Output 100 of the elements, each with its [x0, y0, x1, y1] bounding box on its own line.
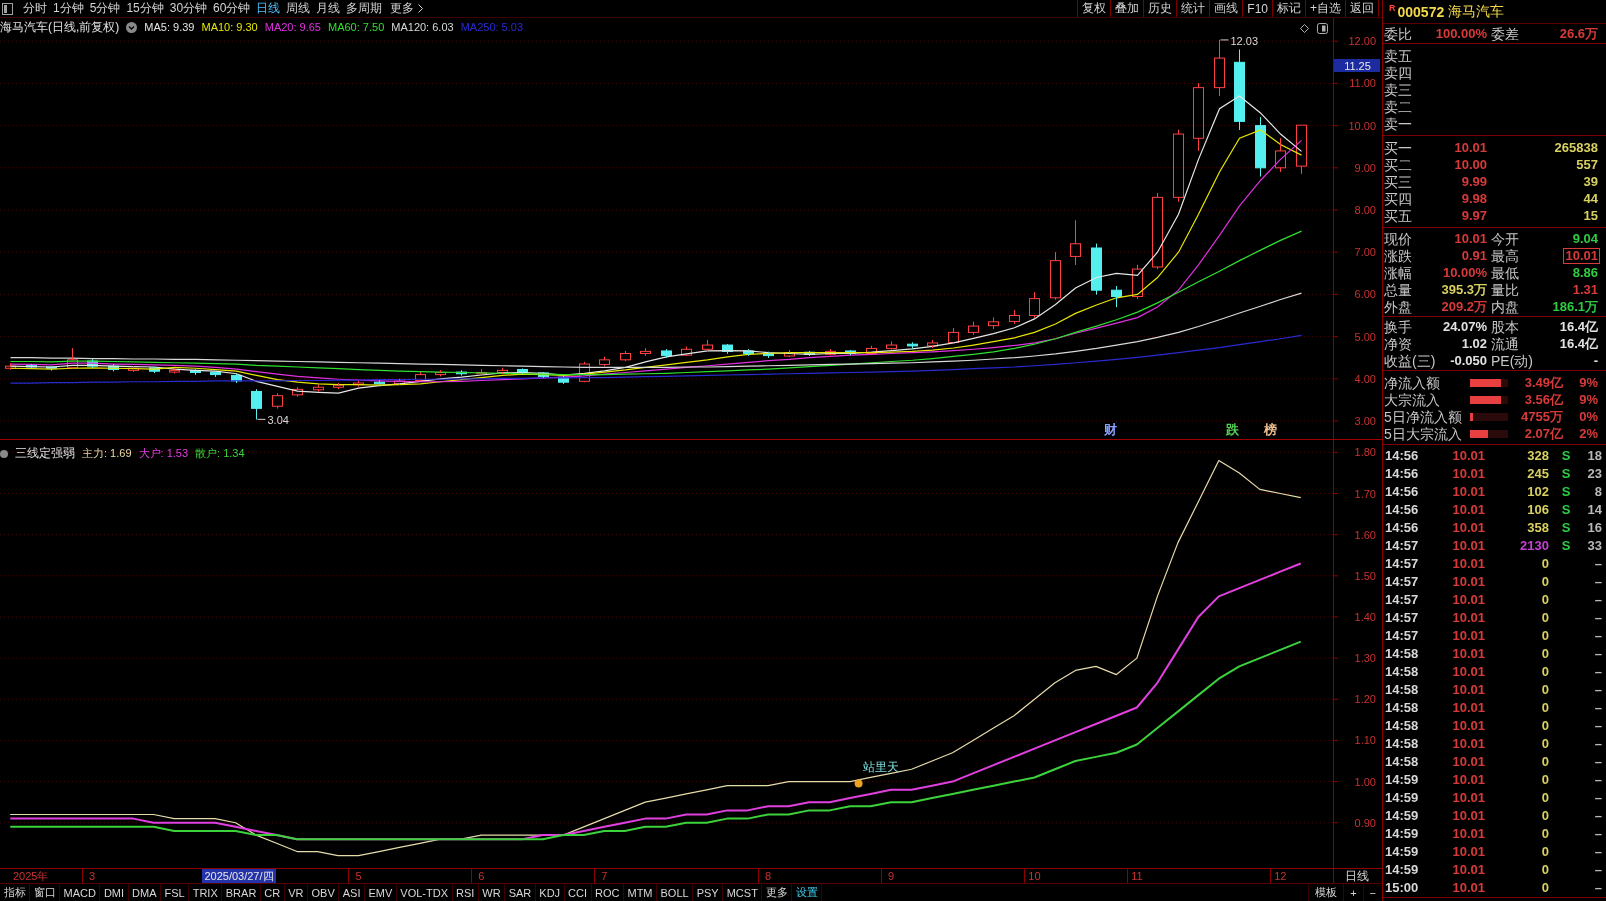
tick-price: 10.01 — [1451, 610, 1486, 626]
tick-time: 14:58 — [1384, 736, 1420, 752]
tick-volume: 0 — [1540, 592, 1550, 608]
tick-volume: 328 — [1526, 448, 1550, 464]
bid-volume: 557 — [1575, 156, 1599, 173]
tick-time: 14:59 — [1384, 808, 1420, 824]
tick-volume: 0 — [1540, 610, 1550, 626]
tick-volume: 0 — [1540, 808, 1550, 824]
legend-item: MA120: 6.03 — [391, 20, 454, 35]
tick-price: 10.01 — [1451, 700, 1486, 716]
tick-count: – — [1593, 610, 1603, 626]
axis-label: 11 — [1131, 870, 1143, 882]
flow-label: 5日净流入额 — [1384, 408, 1462, 425]
tick-side: S — [1560, 466, 1572, 482]
quote-label: 涨跌 — [1384, 247, 1412, 264]
quote-value: 8.86 — [1571, 264, 1599, 281]
flow-amount: 4755万 — [1520, 408, 1564, 425]
tick-count: 33 — [1586, 538, 1603, 554]
tick-count: – — [1593, 862, 1603, 878]
legend-item: MA20: 9.65 — [264, 20, 321, 35]
bid-price: 10.01 — [1453, 139, 1488, 156]
axis-label: 1.60 — [1354, 528, 1376, 541]
tick-time: 14:56 — [1384, 448, 1420, 464]
bid-label: 买五 — [1384, 207, 1412, 224]
margin-trading-label: R — [1389, 3, 1396, 13]
axis-label: 11.00 — [1349, 77, 1376, 90]
legend-item: 散户: 1.34 — [195, 446, 245, 461]
quote-label: 内盘 — [1490, 298, 1519, 315]
axis-label: 9.00 — [1354, 161, 1376, 174]
quote-label: 最高 — [1490, 247, 1519, 264]
tick-volume: 0 — [1540, 574, 1550, 590]
quote-value: - — [1592, 352, 1599, 369]
bid-volume: 39 — [1582, 173, 1599, 190]
tick-count: 23 — [1586, 466, 1603, 482]
tick-volume: 0 — [1540, 754, 1550, 770]
quote-label: 净资 — [1384, 335, 1412, 352]
tick-time: 14:57 — [1384, 628, 1420, 644]
tick-time: 14:59 — [1384, 790, 1420, 806]
legend-item: MA60: 7.50 — [328, 20, 385, 35]
quote-value: 26.6万 — [1558, 25, 1599, 42]
axis-label: 1.00 — [1354, 775, 1376, 788]
tick-count: – — [1593, 700, 1603, 716]
flow-share: 0% — [1578, 408, 1599, 425]
axis-label: 12.00 — [1348, 35, 1376, 48]
quote-label: 外盘 — [1384, 298, 1412, 315]
tick-price: 10.01 — [1451, 592, 1486, 608]
tick-time: 14:56 — [1384, 466, 1420, 482]
annotation: 12.03 — [1230, 34, 1259, 47]
quote-label: 最低 — [1490, 264, 1519, 281]
quote-value: 10.00% — [1441, 264, 1488, 281]
tick-volume: 0 — [1540, 700, 1550, 716]
tick-volume: 106 — [1526, 502, 1550, 518]
tick-volume: 0 — [1540, 880, 1550, 896]
tick-count: – — [1593, 772, 1603, 788]
axis-label: 5.00 — [1354, 330, 1376, 343]
quote-label: 现价 — [1384, 230, 1412, 247]
tick-price: 10.01 — [1451, 484, 1486, 500]
tick-time: 15:00 — [1384, 880, 1420, 896]
tick-price: 10.01 — [1451, 772, 1486, 788]
quote-label: 总量 — [1384, 281, 1412, 298]
tick-count: 14 — [1586, 502, 1603, 518]
axis-label: 1.70 — [1354, 487, 1376, 500]
axis-label: 8.00 — [1354, 204, 1376, 216]
tick-volume: 0 — [1540, 718, 1550, 734]
ask-label: 卖五 — [1384, 47, 1412, 64]
tick-count: 8 — [1593, 484, 1603, 500]
tick-side: S — [1560, 502, 1572, 518]
annotation: 3.04 — [267, 414, 289, 427]
tick-price: 10.01 — [1451, 502, 1486, 518]
tick-count: – — [1593, 844, 1603, 860]
tick-volume: 0 — [1540, 772, 1550, 788]
bid-volume: 44 — [1582, 190, 1599, 207]
period-label: 日线 — [1345, 869, 1369, 883]
tick-time: 14:56 — [1384, 502, 1420, 518]
bid-price: 9.97 — [1460, 207, 1488, 224]
axis-label: 12 — [1274, 870, 1287, 882]
quote-value: 16.4亿 — [1558, 335, 1599, 352]
tick-price: 10.01 — [1451, 646, 1486, 662]
legend-item: 主力: 1.69 — [82, 446, 132, 461]
bid-price: 10.00 — [1453, 156, 1488, 173]
tick-price: 10.01 — [1451, 628, 1486, 644]
crosshair-date-label: 2025/03/27/四 — [202, 869, 276, 883]
tick-time: 14:57 — [1384, 556, 1420, 572]
tick-side: S — [1560, 484, 1572, 500]
bid-label: 买二 — [1384, 156, 1412, 173]
tick-price: 10.01 — [1451, 754, 1486, 770]
ask-label: 卖一 — [1384, 115, 1412, 132]
tick-time: 14:56 — [1384, 520, 1420, 536]
bid-volume: 265838 — [1553, 139, 1599, 156]
quote-label: 量比 — [1490, 281, 1519, 298]
flow-label: 净流入额 — [1384, 374, 1440, 391]
quote-value: 1.02 — [1460, 335, 1488, 352]
quote-value: -0.050 — [1449, 352, 1488, 369]
axis-label: 7.00 — [1354, 246, 1376, 259]
tick-price: 10.01 — [1451, 682, 1486, 698]
indicator-title: 三线定强弱 — [15, 446, 75, 461]
quote-label: 今开 — [1490, 230, 1519, 247]
tick-time: 14:58 — [1384, 718, 1420, 734]
axis-label: 6 — [478, 870, 485, 882]
tick-price: 10.01 — [1451, 448, 1486, 464]
